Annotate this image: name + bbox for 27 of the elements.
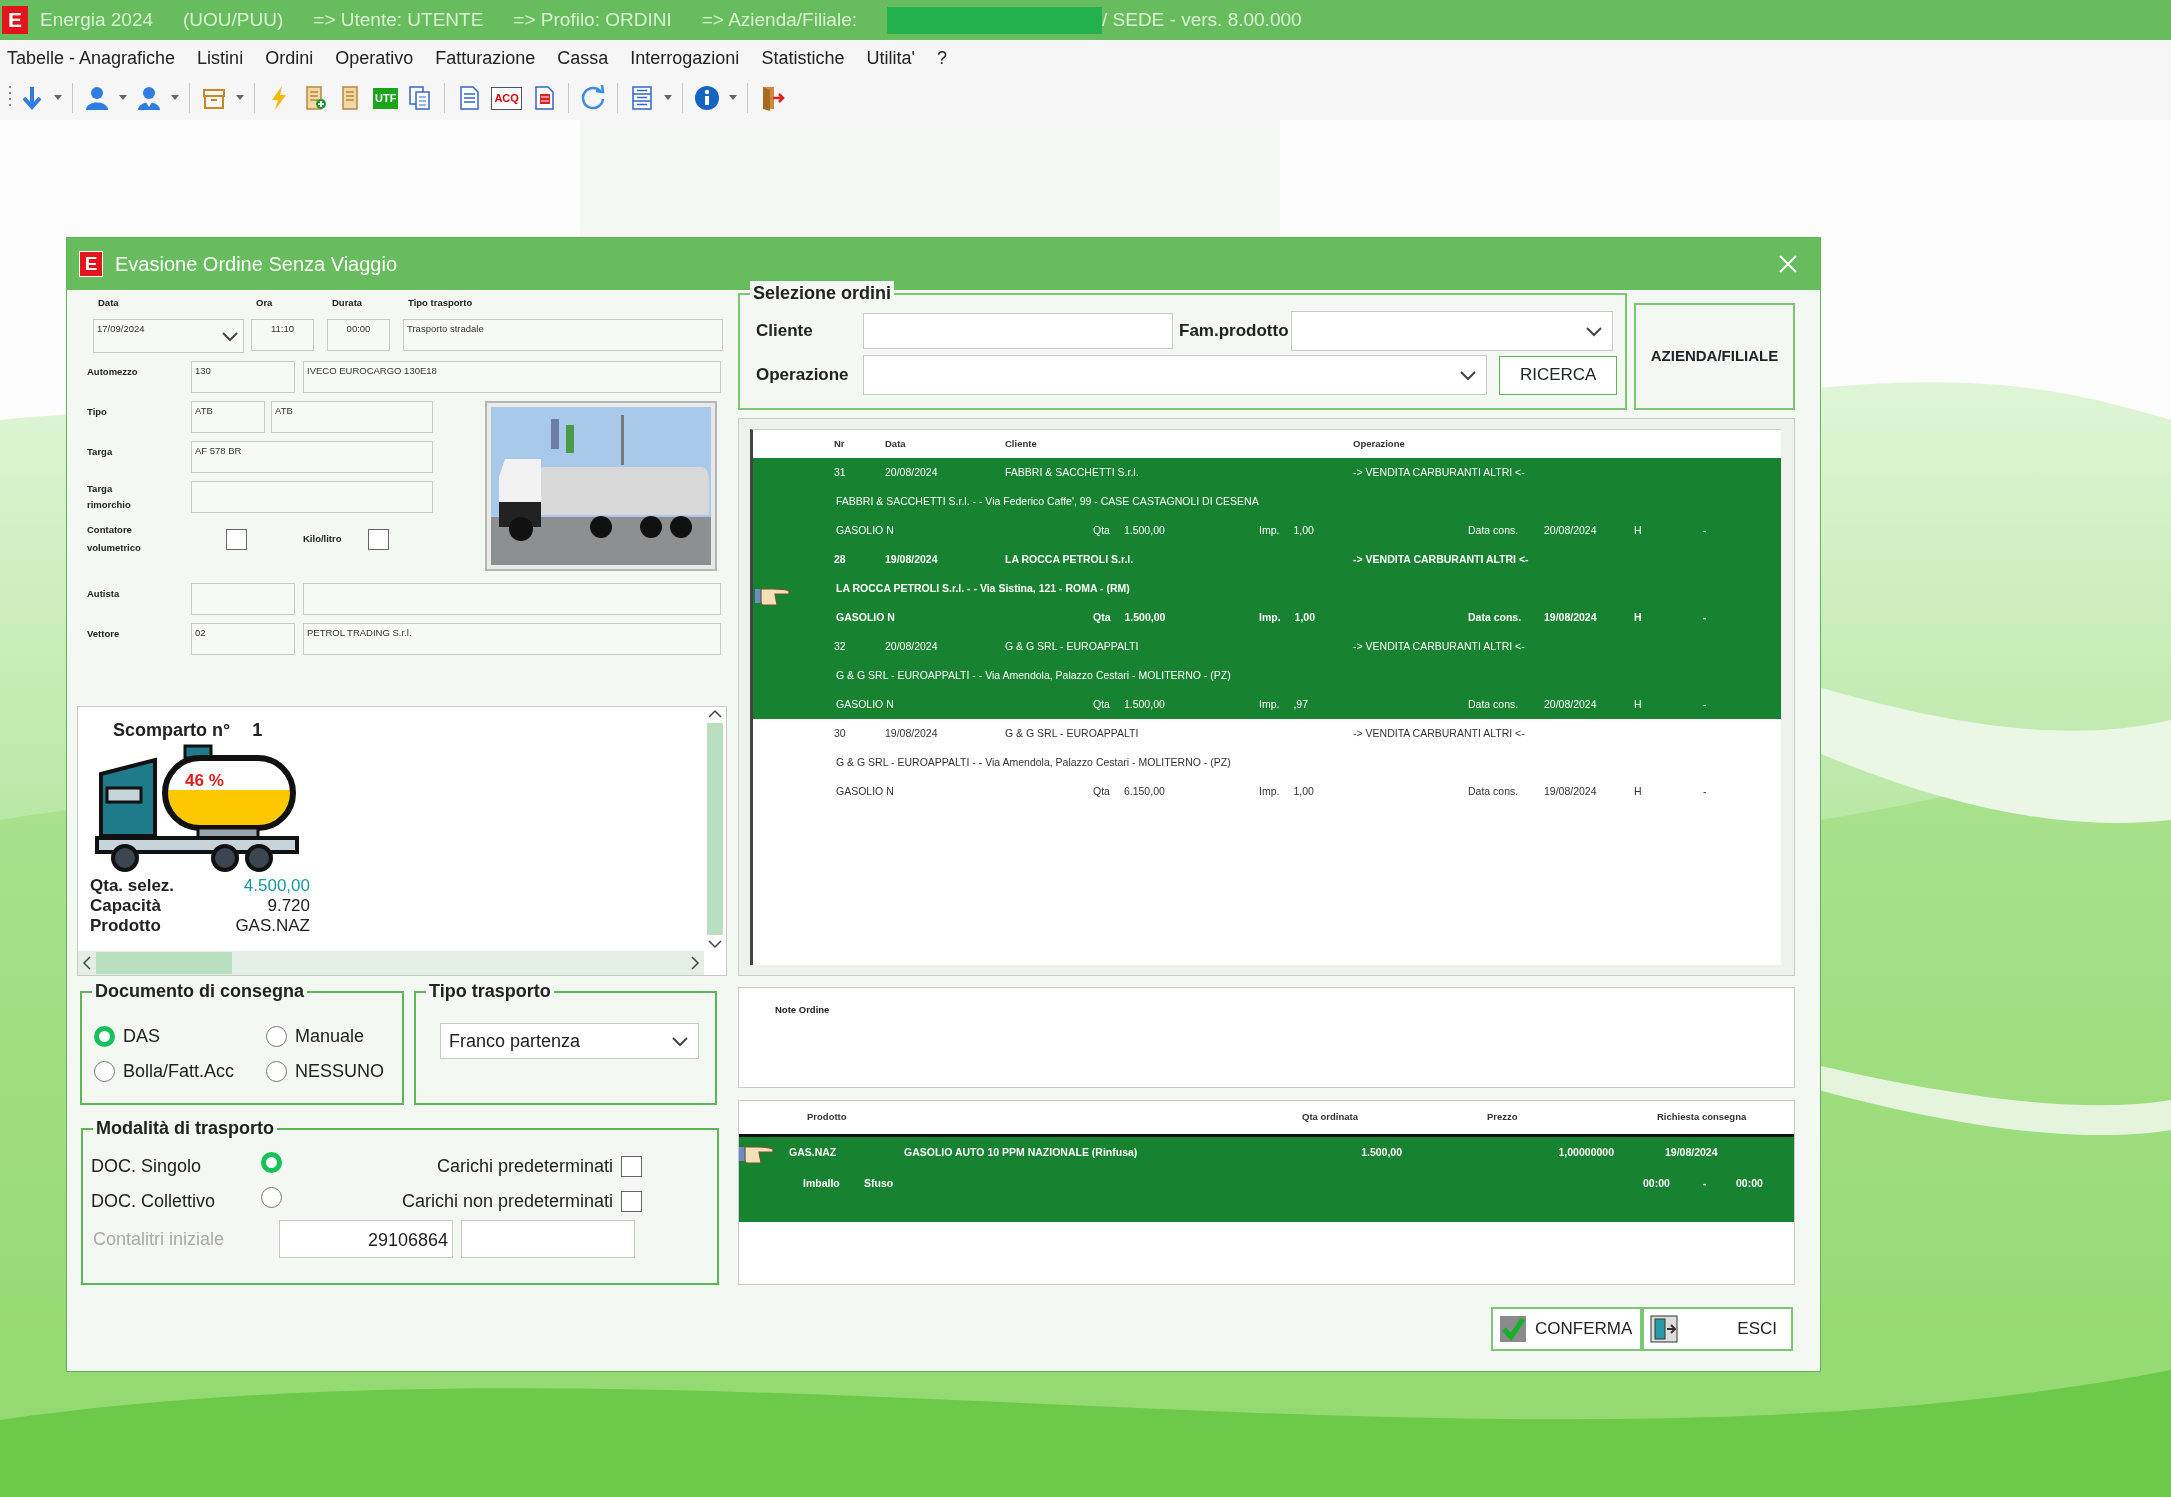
caret-icon[interactable] <box>663 95 672 101</box>
user-icon[interactable] <box>83 84 111 112</box>
caret-icon[interactable] <box>119 95 127 101</box>
caret-icon[interactable] <box>728 95 737 101</box>
menu-item[interactable]: Operativo <box>335 44 414 72</box>
toolbar-button[interactable]: ACQ <box>491 86 522 110</box>
title-text: => Profilo: ORDINI <box>513 7 672 32</box>
title-text: => Azienda/Filiale: <box>701 7 857 32</box>
caret-icon[interactable] <box>236 95 244 101</box>
menu-item[interactable]: ? <box>936 44 947 72</box>
menu-item[interactable]: Listini <box>197 44 244 72</box>
caret-icon[interactable] <box>54 95 62 101</box>
title-text: => Utente: UTENTE <box>313 7 484 32</box>
title-text: / SEDE - vers. 8.00.000 <box>1102 7 1302 32</box>
menu-item[interactable]: Statistiche <box>761 44 845 72</box>
user-icon[interactable] <box>135 84 163 112</box>
title-text: (UOU/PUU) <box>183 7 284 32</box>
menu-item[interactable]: Tabelle - Anagrafiche <box>7 44 176 72</box>
menu-item[interactable]: Cassa <box>557 44 609 72</box>
title-text: Energia 2024 <box>40 7 154 32</box>
menu-item[interactable]: Utilita' <box>866 44 915 72</box>
menu-item[interactable]: Interrogazioni <box>630 44 740 72</box>
menu-item[interactable]: Fatturazione <box>435 44 536 72</box>
info-icon[interactable] <box>692 84 721 112</box>
menu-item[interactable]: Ordini <box>265 44 314 72</box>
caret-icon[interactable] <box>171 95 179 101</box>
app-logo: E <box>2 6 28 34</box>
